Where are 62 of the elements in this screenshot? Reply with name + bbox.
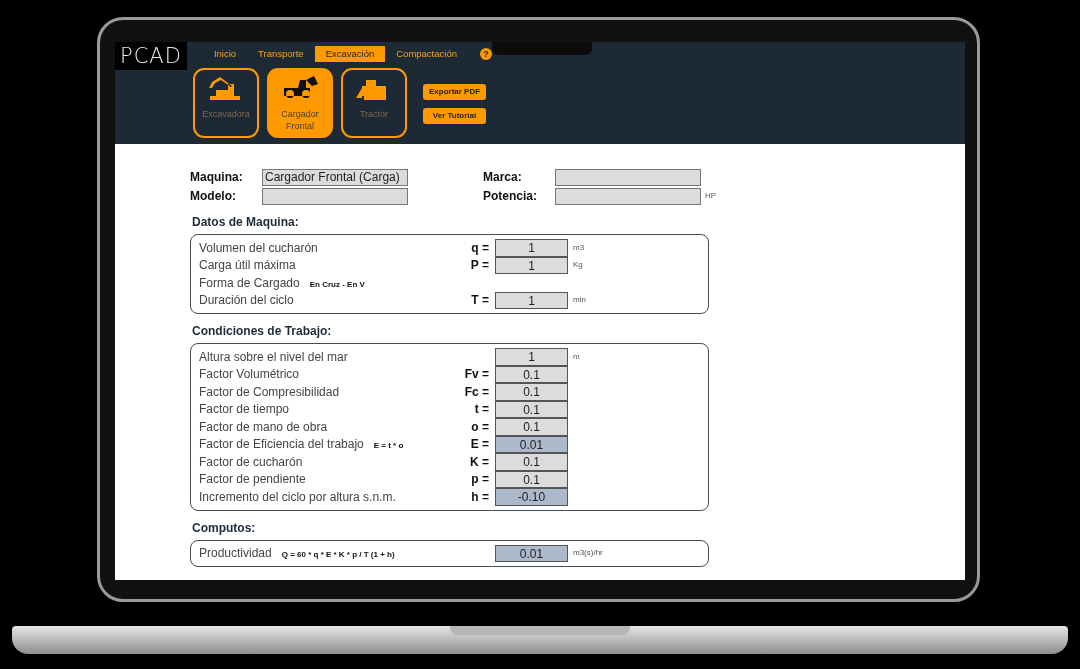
text-field[interactable]: Cargador Frontal (Carga) bbox=[262, 168, 408, 186]
formula-note: En Cruz - En V bbox=[309, 278, 365, 291]
action-button[interactable]: Ver Tutorial bbox=[423, 108, 487, 124]
formula-note: E = t * o bbox=[373, 440, 404, 453]
unit-label: Kg bbox=[573, 259, 583, 272]
row-label: Factor de Eficiencia del trabajo bbox=[199, 436, 364, 454]
field-label: Marca: bbox=[483, 169, 523, 186]
row-label: Factor de mano de obra bbox=[199, 418, 328, 436]
unit-label: m3 bbox=[573, 241, 585, 254]
row-label: Duración del ciclo bbox=[199, 292, 294, 310]
formula-note: Q = 60 * q * E * K * p / T (1 + h) bbox=[281, 549, 395, 562]
symbol-label: T = bbox=[470, 292, 489, 310]
section-title: Condiciones de Trabajo: bbox=[192, 323, 333, 340]
symbol-label: p = bbox=[470, 471, 489, 489]
symbol-label: t = bbox=[473, 401, 489, 419]
value-field[interactable]: 0.1 bbox=[495, 453, 568, 471]
row-label: Forma de Cargado bbox=[199, 274, 300, 292]
action-button[interactable]: Exportar PDF bbox=[423, 84, 487, 100]
row-label: Incremento del ciclo por altura s.n.m. bbox=[199, 488, 396, 506]
symbol-label: P = bbox=[469, 257, 489, 275]
app-logo: PCAD bbox=[115, 42, 187, 70]
row-label: Carga útil máxima bbox=[199, 257, 296, 275]
row-label: Factor Volumétrico bbox=[199, 366, 300, 384]
nav-tab[interactable]: Transporte bbox=[247, 46, 315, 62]
section-title: Datos de Maquina: bbox=[192, 214, 300, 231]
text-field[interactable] bbox=[555, 187, 701, 205]
field-label: Maquina: bbox=[190, 169, 244, 186]
nav-tab[interactable]: Compactación bbox=[385, 46, 468, 62]
symbol-label: q = bbox=[470, 239, 489, 257]
row-label: Factor de cucharón bbox=[199, 453, 303, 471]
symbol-label: o = bbox=[470, 418, 489, 436]
help-button[interactable]: ? bbox=[480, 48, 492, 60]
unit-label: m bbox=[573, 350, 580, 363]
row-label: Productividad bbox=[199, 545, 272, 563]
nav-tab[interactable]: Excavación bbox=[314, 46, 386, 62]
symbol-label: Fv = bbox=[463, 366, 489, 384]
unit-label: m3(s)/hr bbox=[573, 547, 603, 560]
section-title: Computos: bbox=[192, 519, 257, 537]
symbol-label: E = bbox=[469, 436, 489, 454]
row-label: Factor de Compresibilidad bbox=[199, 383, 340, 401]
row-label: Altura sobre el nivel del mar bbox=[199, 348, 348, 366]
computed-value: -0.10 bbox=[495, 488, 568, 506]
machine-button[interactable]: Cargador Frontal bbox=[267, 68, 333, 138]
row-label: Factor de tiempo bbox=[199, 401, 290, 419]
symbol-label: h = bbox=[470, 488, 489, 506]
symbol-label: Fc = bbox=[463, 383, 489, 401]
row-label: Factor de pendiente bbox=[199, 471, 306, 489]
text-field[interactable] bbox=[555, 168, 701, 186]
value-field[interactable]: 1 bbox=[495, 239, 568, 257]
symbol-label: K = bbox=[469, 453, 489, 471]
unit-label: min bbox=[573, 294, 586, 307]
field-label: Potencia: bbox=[483, 188, 538, 205]
field-label: Modelo: bbox=[190, 188, 237, 205]
value-field[interactable]: 0.1 bbox=[495, 383, 568, 401]
value-field[interactable]: 1 bbox=[495, 291, 568, 309]
row-label: Volumen del cucharón bbox=[199, 239, 318, 257]
unit-label: HP bbox=[705, 190, 718, 202]
computed-value: 0.01 bbox=[495, 544, 568, 562]
value-field[interactable]: 1 bbox=[495, 348, 568, 366]
text-field[interactable] bbox=[262, 187, 408, 205]
value-field[interactable]: 0.1 bbox=[495, 418, 568, 436]
nav-tab[interactable]: Inicio bbox=[202, 46, 248, 62]
